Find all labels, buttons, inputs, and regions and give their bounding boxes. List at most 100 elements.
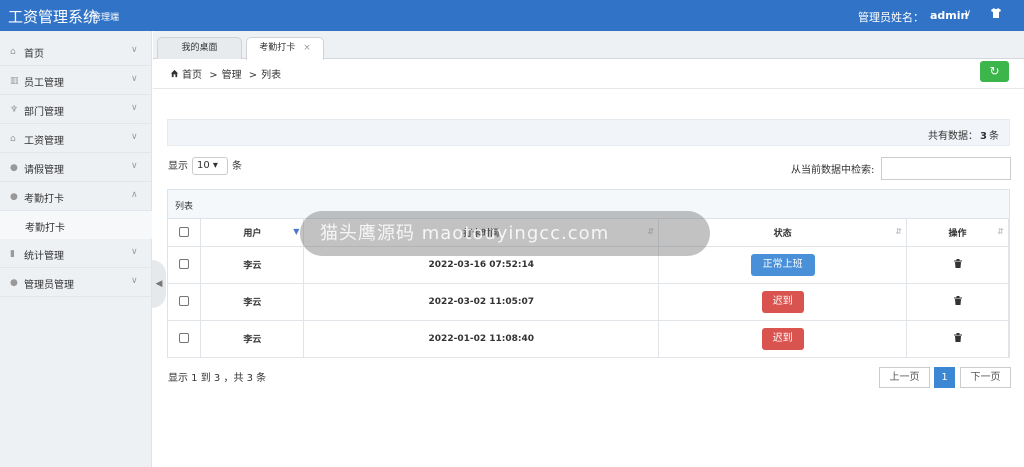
tab-desktop[interactable]: 我的桌面	[157, 37, 242, 59]
trash-icon[interactable]	[953, 332, 962, 342]
tab-bar: 我的桌面 考勤打卡 ×	[153, 31, 1024, 60]
sidebar-item-attendance[interactable]: ● 考勤打卡 ∧	[0, 182, 152, 211]
prev-page-button[interactable]: 上一页	[879, 367, 930, 388]
user-cell: 李云	[200, 283, 305, 321]
refresh-button[interactable]: ↻	[980, 61, 1009, 82]
sidebar-item-label: 员工管理	[24, 78, 64, 89]
tab-attendance[interactable]: 考勤打卡 ×	[246, 37, 324, 60]
breadcrumb: 首页 > 管理 > 列表	[170, 66, 281, 81]
admin-label: 管理员姓名：	[858, 11, 924, 24]
breadcrumb-home[interactable]: 首页	[182, 70, 202, 81]
chevron-up-icon: ∧	[131, 190, 138, 200]
total-prefix: 共有数据：	[928, 131, 979, 142]
sidebar-item-admin[interactable]: ● 管理员管理 ∨	[0, 268, 152, 297]
breadcrumb-level2: 列表	[261, 70, 282, 81]
chevron-down-icon: ∨	[131, 132, 138, 142]
user-cell: 李云	[200, 246, 305, 284]
column-header-user[interactable]: 用户 ▼	[200, 219, 305, 247]
sidebar-item-leave[interactable]: ● 请假管理 ∨	[0, 153, 152, 182]
status-cell: 迟到	[658, 283, 908, 321]
column-header-label: 状态	[773, 228, 792, 239]
total-count: 共有数据： 3 条	[928, 127, 999, 142]
tab-label: 我的桌面	[181, 43, 218, 53]
total-suffix: 条	[989, 131, 999, 142]
sidebar-item-salary[interactable]: ⌂ 工资管理 ∨	[0, 124, 152, 153]
sidebar-item-label: 考勤打卡	[24, 194, 64, 205]
home-icon	[170, 69, 179, 78]
trash-icon[interactable]	[953, 258, 962, 268]
column-header-actions[interactable]: 操作 ⇵	[906, 219, 1009, 247]
app-title: 工资管理系统	[8, 8, 99, 26]
watermark: 猫头鹰源码 maotouyingcc.com	[300, 211, 710, 256]
admin-menu[interactable]: admin	[930, 9, 968, 22]
sort-icon: ⇵	[895, 227, 903, 236]
page-1-button[interactable]: 1	[934, 367, 955, 388]
sidebar-item-home[interactable]: ⌂ 首页 ∨	[0, 37, 152, 66]
column-header-label: 用户	[243, 228, 262, 239]
sidebar-item-stats[interactable]: ▮ 统计管理 ∨	[0, 239, 152, 268]
trophy-icon: ♆	[10, 105, 19, 115]
user-icon: ●	[10, 278, 18, 288]
page-length-value: 10	[197, 160, 210, 171]
row-select-cell	[168, 283, 202, 321]
total-number: 3	[980, 131, 987, 142]
status-button[interactable]: 正常上班	[750, 253, 815, 276]
select-all-checkbox[interactable]	[179, 227, 190, 237]
select-all-header	[168, 219, 202, 247]
row-select-cell	[168, 246, 202, 284]
chevron-down-icon: ∨	[131, 161, 138, 171]
chevron-down-icon: ∨	[131, 247, 138, 257]
bank-icon: ⌂	[10, 134, 16, 144]
length-prefix: 显示	[168, 161, 188, 172]
action-cell	[906, 246, 1009, 284]
chart-icon: ▮	[10, 249, 15, 259]
user-icon: ●	[10, 163, 18, 173]
building-icon: ▥	[10, 76, 19, 86]
refresh-icon: ↻	[989, 64, 1000, 78]
row-checkbox[interactable]	[179, 296, 190, 307]
sidebar-subitem-attendance[interactable]: 考勤打卡	[0, 211, 152, 239]
shirt-icon[interactable]	[990, 7, 1002, 19]
close-icon[interactable]: ×	[303, 43, 311, 53]
sort-desc-icon: ▼	[293, 227, 300, 236]
sidebar-item-label: 首页	[24, 49, 44, 60]
total-bar: 共有数据： 3 条	[167, 119, 1010, 146]
breadcrumb-separator: >	[248, 70, 258, 81]
chevron-down-icon: ∨	[131, 276, 138, 286]
sidebar-item-label: 请假管理	[24, 165, 64, 176]
search-label: 从当前数据中检索:	[791, 165, 875, 176]
action-cell	[906, 320, 1009, 358]
table-info: 显示 1 到 3 ，共 3 条	[168, 373, 267, 384]
sidebar-item-label: 管理员管理	[24, 280, 74, 291]
time-cell: 2022-03-02 11:05:07	[303, 283, 660, 321]
sidebar: ⌂ 首页 ∨ ▥ 员工管理 ∨ ♆ 部门管理 ∨ ⌂ 工资管理 ∨ ● 请假管理 ∨ ● 考勤打卡 ∧ …	[0, 31, 152, 467]
sidebar-collapse-handle[interactable]: ◀	[152, 260, 166, 308]
next-page-button[interactable]: 下一页	[960, 367, 1011, 388]
sidebar-item-department[interactable]: ♆ 部门管理 ∨	[0, 95, 152, 124]
status-button[interactable]: 迟到	[761, 327, 804, 350]
chevron-down-icon: ∨	[131, 45, 138, 55]
page-length-select[interactable]: 10 ▾	[192, 157, 228, 175]
chevron-down-icon[interactable]: ∨	[964, 8, 971, 19]
sidebar-subitem-label: 考勤打卡	[25, 223, 65, 234]
app-subtitle: 管理端	[92, 13, 120, 23]
chevron-left-icon: ◀	[155, 279, 163, 289]
row-checkbox[interactable]	[179, 259, 190, 270]
trash-icon[interactable]	[953, 295, 962, 305]
chevron-down-icon: ▾	[212, 160, 218, 171]
table-row: 李云 2022-01-02 11:08:40 迟到	[168, 320, 1009, 358]
breadcrumb-level1[interactable]: 管理	[222, 70, 242, 81]
row-checkbox[interactable]	[179, 333, 190, 344]
top-bar: 工资管理系统 管理端 管理员姓名： admin ∨	[0, 0, 1024, 31]
column-header-label: 操作	[948, 228, 967, 239]
home-icon: ⌂	[10, 47, 16, 57]
sort-icon: ⇵	[997, 227, 1004, 236]
divider	[153, 88, 1024, 89]
sidebar-item-label: 工资管理	[24, 136, 64, 147]
status-button[interactable]: 迟到	[761, 290, 804, 313]
user-icon: ●	[10, 192, 18, 202]
sidebar-item-employee[interactable]: ▥ 员工管理 ∨	[0, 66, 152, 95]
search-input[interactable]	[881, 157, 1011, 180]
sidebar-item-label: 统计管理	[24, 251, 64, 262]
chevron-down-icon: ∨	[131, 74, 138, 84]
